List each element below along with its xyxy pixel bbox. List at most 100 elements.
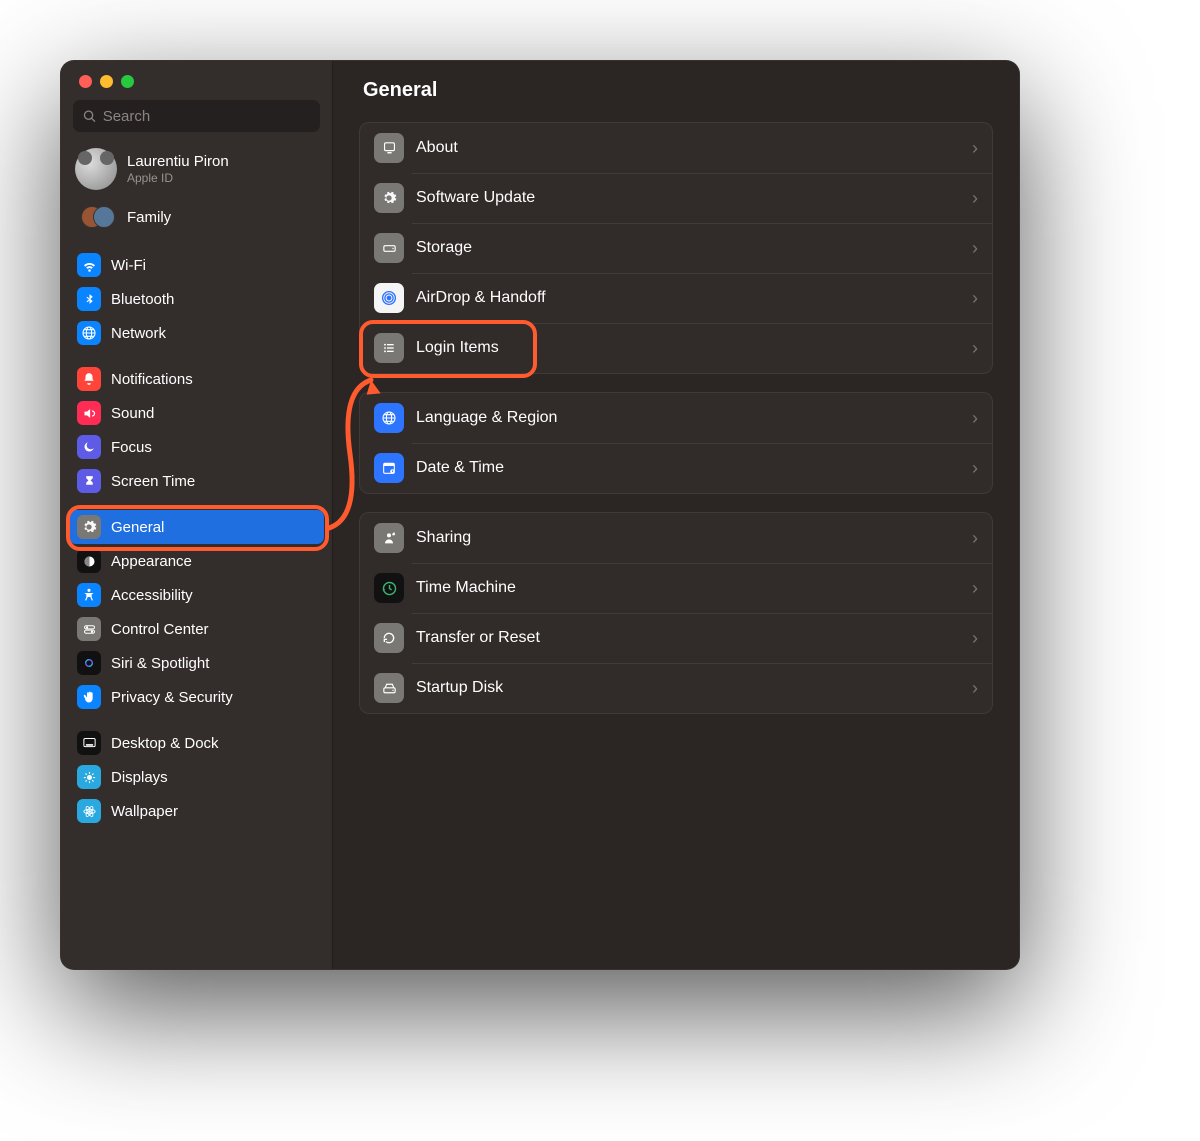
row-label: Time Machine [416, 579, 972, 597]
row-time-machine[interactable]: Time Machine› [360, 563, 992, 613]
row-startup-disk[interactable]: Startup Disk› [360, 663, 992, 713]
row-sharing[interactable]: Sharing› [360, 513, 992, 563]
page-title: General [363, 79, 993, 102]
chevron-right-icon: › [972, 408, 978, 429]
sidebar-item-label: Network [111, 325, 166, 342]
display-icon [77, 765, 101, 789]
account-sub: Apple ID [127, 171, 229, 185]
sidebar-item-label: Wallpaper [111, 803, 178, 820]
search-icon [83, 109, 97, 124]
sidebar-item-label: Desktop & Dock [111, 735, 219, 752]
about-icon [374, 133, 404, 163]
sidebar-nav: Wi-Fi Bluetooth Network Notifications Sound F… [61, 244, 332, 828]
search-input[interactable] [103, 108, 310, 125]
chevron-right-icon: › [972, 458, 978, 479]
row-software-update[interactable]: Software Update› [360, 173, 992, 223]
sidebar: Laurentiu Piron Apple ID Family Wi-Fi Blu… [61, 61, 333, 969]
gear-icon [374, 183, 404, 213]
row-label: AirDrop & Handoff [416, 289, 972, 307]
row-label: Date & Time [416, 459, 972, 477]
globe-icon [77, 321, 101, 345]
sound-icon [77, 401, 101, 425]
chevron-right-icon: › [972, 238, 978, 259]
gear-icon [77, 515, 101, 539]
chevron-right-icon: › [972, 288, 978, 309]
sidebar-item-appearance[interactable]: Appearance [69, 544, 324, 578]
row-storage[interactable]: Storage› [360, 223, 992, 273]
sidebar-item-displays[interactable]: Displays [69, 760, 324, 794]
sidebar-item-label: Bluetooth [111, 291, 174, 308]
sidebar-item-label: Sound [111, 405, 154, 422]
row-label: Transfer or Reset [416, 629, 972, 647]
sidebar-item-network[interactable]: Network [69, 316, 324, 350]
airdrop-icon [374, 283, 404, 313]
hourglass-icon [77, 469, 101, 493]
wallpaper-icon [77, 799, 101, 823]
sidebar-item-control-center[interactable]: Control Center [69, 612, 324, 646]
disk-icon [374, 673, 404, 703]
close-button[interactable] [79, 75, 92, 88]
sidebar-item-accessibility[interactable]: Accessibility [69, 578, 324, 612]
sidebar-item-bluetooth[interactable]: Bluetooth [69, 282, 324, 316]
cal-icon [374, 453, 404, 483]
sidebar-item-sound[interactable]: Sound [69, 396, 324, 430]
sidebar-item-label: Siri & Spotlight [111, 655, 209, 672]
sidebar-item-label: Appearance [111, 553, 192, 570]
family-row[interactable]: Family [61, 200, 332, 244]
chevron-right-icon: › [972, 678, 978, 699]
chevron-right-icon: › [972, 138, 978, 159]
avatar [75, 148, 117, 190]
siri-icon [77, 651, 101, 675]
account-row[interactable]: Laurentiu Piron Apple ID [61, 142, 332, 200]
storage-icon [374, 233, 404, 263]
chevron-right-icon: › [972, 628, 978, 649]
row-login-items[interactable]: Login Items› [360, 323, 992, 373]
family-avatars [81, 204, 115, 230]
row-airdrop-handoff[interactable]: AirDrop & Handoff› [360, 273, 992, 323]
chevron-right-icon: › [972, 338, 978, 359]
sidebar-item-label: Focus [111, 439, 152, 456]
cc-icon [77, 617, 101, 641]
sidebar-item-focus[interactable]: Focus [69, 430, 324, 464]
row-language-region[interactable]: Language & Region› [360, 393, 992, 443]
globe-icon [374, 403, 404, 433]
bt-icon [77, 287, 101, 311]
sidebar-item-wi-fi[interactable]: Wi-Fi [69, 248, 324, 282]
share-icon [374, 523, 404, 553]
row-label: Language & Region [416, 409, 972, 427]
row-label: Storage [416, 239, 972, 257]
sidebar-item-notifications[interactable]: Notifications [69, 362, 324, 396]
sidebar-item-desktop-dock[interactable]: Desktop & Dock [69, 726, 324, 760]
list-icon [374, 333, 404, 363]
sidebar-item-label: General [111, 519, 164, 536]
settings-window: Laurentiu Piron Apple ID Family Wi-Fi Blu… [60, 60, 1020, 970]
hand-icon [77, 685, 101, 709]
sidebar-item-general[interactable]: General [69, 510, 324, 544]
sidebar-item-label: Privacy & Security [111, 689, 233, 706]
sidebar-item-privacy-security[interactable]: Privacy & Security [69, 680, 324, 714]
moon-icon [77, 435, 101, 459]
row-about[interactable]: About› [360, 123, 992, 173]
row-date-time[interactable]: Date & Time› [360, 443, 992, 493]
sidebar-item-label: Displays [111, 769, 168, 786]
chevron-right-icon: › [972, 188, 978, 209]
sidebar-item-label: Notifications [111, 371, 193, 388]
sidebar-item-wallpaper[interactable]: Wallpaper [69, 794, 324, 828]
sidebar-item-screen-time[interactable]: Screen Time [69, 464, 324, 498]
search-field[interactable] [73, 100, 320, 132]
row-label: Software Update [416, 189, 972, 207]
sidebar-item-siri-spotlight[interactable]: Siri & Spotlight [69, 646, 324, 680]
content-pane: General About›Software Update›Storage›Ai… [333, 61, 1019, 969]
row-transfer-or-reset[interactable]: Transfer or Reset› [360, 613, 992, 663]
maximize-button[interactable] [121, 75, 134, 88]
minimize-button[interactable] [100, 75, 113, 88]
reset-icon [374, 623, 404, 653]
sidebar-item-label: Control Center [111, 621, 209, 638]
chevron-right-icon: › [972, 528, 978, 549]
row-label: Sharing [416, 529, 972, 547]
sidebar-item-label: Wi-Fi [111, 257, 146, 274]
appearance-icon [77, 549, 101, 573]
chevron-right-icon: › [972, 578, 978, 599]
dock-icon [77, 731, 101, 755]
row-label: Login Items [416, 339, 972, 357]
